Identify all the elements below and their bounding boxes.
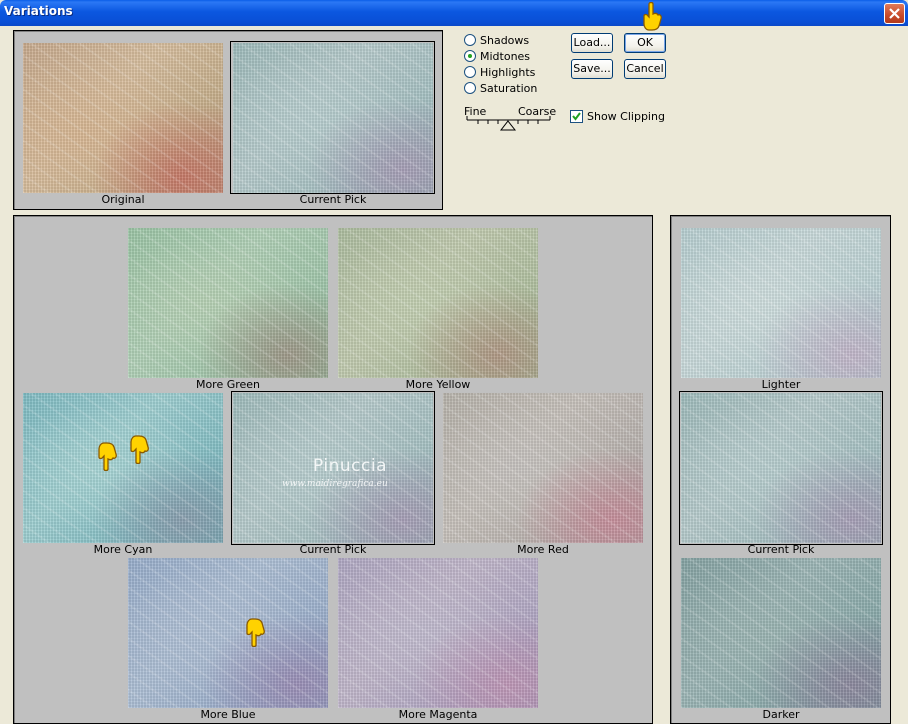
pointing-hand-icon	[130, 435, 149, 464]
radio-label: Highlights	[480, 65, 536, 79]
radio-circle[interactable]	[464, 34, 476, 46]
more-magenta-caption: More Magenta	[398, 708, 478, 721]
save-button[interactable]: Save...	[571, 59, 613, 79]
more-yellow-thumbnail[interactable]	[338, 228, 538, 378]
right-current-pick-thumbnail[interactable]	[681, 393, 881, 543]
radio-circle[interactable]	[464, 66, 476, 78]
show-clipping-label[interactable]: Show Clipping	[587, 110, 665, 123]
radio-circle[interactable]	[464, 50, 476, 62]
title-bar[interactable]: Variations	[0, 0, 908, 26]
more-blue-thumbnail[interactable]	[128, 558, 328, 708]
pointing-hand-icon	[643, 2, 662, 31]
radio-saturation[interactable]: Saturation	[464, 80, 537, 96]
darker-thumbnail[interactable]	[681, 558, 881, 708]
right-current-pick-caption: Current Pick	[747, 543, 815, 556]
pointing-hand-icon	[98, 442, 117, 471]
more-green-thumbnail[interactable]	[128, 228, 328, 378]
checkmark-icon	[572, 112, 581, 121]
watermark-name: Pinuccia	[313, 456, 387, 476]
radio-circle[interactable]	[464, 82, 476, 94]
more-cyan-caption: More Cyan	[93, 543, 153, 556]
radio-label: Saturation	[480, 81, 538, 95]
more-yellow-caption: More Yellow	[405, 378, 471, 391]
watermark-url: www.maidiregrafica.eu	[282, 479, 388, 489]
more-red-thumbnail[interactable]	[443, 393, 643, 543]
center-current-pick-caption: Current Pick	[299, 543, 367, 556]
load-button[interactable]: Load...	[571, 33, 613, 53]
lighter-thumbnail[interactable]	[681, 228, 881, 378]
original-caption: Original	[101, 193, 145, 206]
more-magenta-thumbnail[interactable]	[338, 558, 538, 708]
show-clipping-checkbox[interactable]	[570, 110, 583, 123]
radio-label: Midtones	[480, 49, 531, 63]
more-red-caption: More Red	[517, 543, 569, 556]
current-pick-caption: Current Pick	[299, 193, 367, 206]
close-button[interactable]	[884, 3, 905, 24]
current-pick-thumbnail	[233, 43, 433, 193]
fine-coarse-slider[interactable]	[466, 116, 552, 132]
more-cyan-thumbnail[interactable]	[23, 393, 223, 543]
radio-highlights[interactable]: Highlights	[464, 64, 535, 80]
pointing-hand-icon	[246, 618, 265, 647]
window-title: Variations	[4, 4, 73, 18]
close-icon	[889, 8, 900, 19]
ok-button[interactable]: OK	[624, 33, 666, 53]
more-green-caption: More Green	[195, 378, 261, 391]
lighter-caption: Lighter	[761, 378, 801, 391]
radio-shadows[interactable]: Shadows	[464, 32, 529, 48]
radio-label: Shadows	[480, 33, 530, 47]
more-blue-caption: More Blue	[200, 708, 256, 721]
radio-midtones[interactable]: Midtones	[464, 48, 530, 64]
slider-thumb	[499, 120, 517, 131]
darker-caption: Darker	[762, 708, 800, 721]
cancel-button[interactable]: Cancel	[624, 59, 666, 79]
original-thumbnail	[23, 43, 223, 193]
